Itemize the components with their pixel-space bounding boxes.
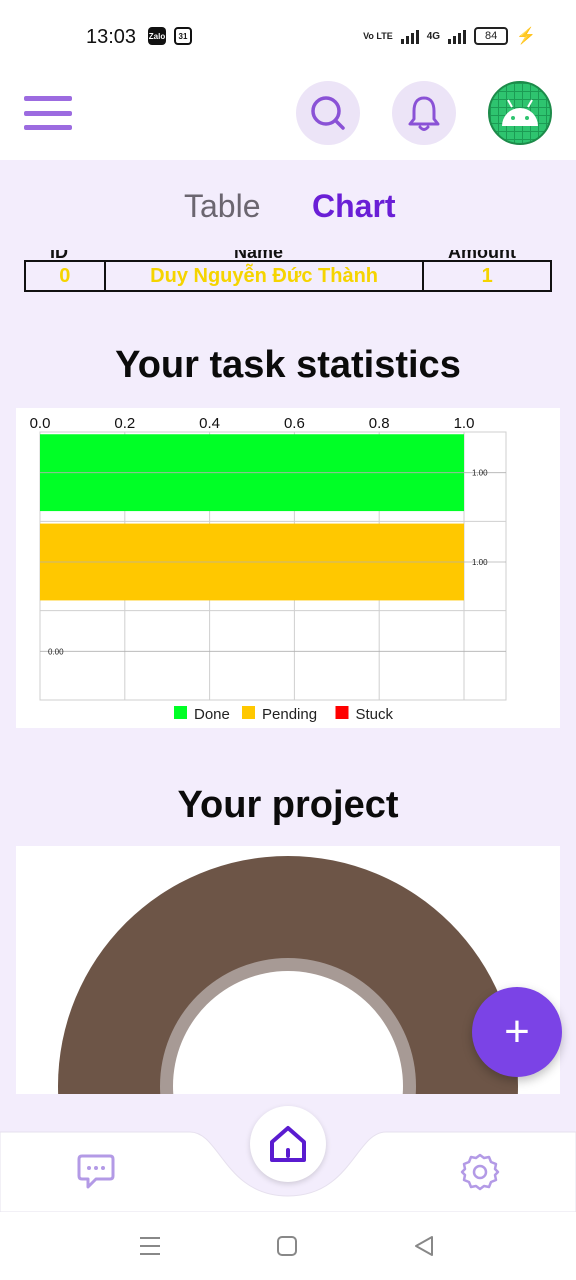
status-system-icons: Vo LTE 4G 84 ⚡ <box>363 26 536 46</box>
hamburger-menu-icon[interactable] <box>24 96 72 130</box>
task-stats-title: Your task statistics <box>115 344 461 386</box>
cell-amount: 1 <box>481 264 493 287</box>
status-notification-icons: Zalo 31 <box>148 27 192 45</box>
home-nav-icon[interactable] <box>275 1234 299 1258</box>
plus-icon: + <box>504 1007 530 1056</box>
recents-icon[interactable] <box>138 1234 162 1258</box>
status-bar: 13:03 Zalo 31 Vo LTE 4G 84 ⚡ <box>0 0 576 76</box>
battery-icon: 84 <box>474 27 509 45</box>
cell-id: 0 <box>26 262 106 290</box>
profile-avatar[interactable] <box>488 81 552 145</box>
legend-swatch <box>242 706 255 719</box>
legend-swatch <box>174 706 187 719</box>
search-icon <box>311 96 345 130</box>
zalo-icon: Zalo <box>148 27 166 45</box>
tab-chart[interactable]: Chart <box>312 188 396 225</box>
bar-chart-svg: 0.0 0.2 0.4 0.6 0.8 1.0 1.00 1.00 0.00 Done Pendin… <box>30 415 507 723</box>
legend-swatch <box>335 706 349 719</box>
x-tick-label: 1.0 <box>454 415 475 432</box>
chat-icon <box>77 1154 115 1189</box>
task-stats-chart: 0.0 0.2 0.4 0.6 0.8 1.0 1.00 1.00 0.00 Done Pendin… <box>16 408 560 728</box>
project-donut-svg <box>58 856 518 1094</box>
view-tabs: Table Chart <box>0 184 576 234</box>
charging-icon: ⚡ <box>516 28 536 45</box>
settings-button[interactable] <box>460 1152 500 1197</box>
legend-label: Pending <box>262 706 317 723</box>
signal-icon <box>400 28 419 44</box>
value-label: 1.00 <box>472 558 488 567</box>
search-button[interactable] <box>296 81 360 145</box>
project-chart <box>16 846 560 1094</box>
bell-icon <box>408 96 440 131</box>
value-label: 1.00 <box>472 469 488 478</box>
system-navigation-bar <box>0 1212 576 1280</box>
notifications-button[interactable] <box>392 81 456 145</box>
x-tick-label: 0.0 <box>30 415 51 432</box>
x-tick-label: 0.4 <box>199 415 220 432</box>
legend-label: Done <box>194 706 230 723</box>
x-tick-label: 0.6 <box>284 415 305 432</box>
chat-button[interactable] <box>76 1152 116 1195</box>
project-title: Your project <box>177 784 399 826</box>
android-avatar-icon <box>502 99 538 126</box>
status-time: 13:03 <box>86 26 137 48</box>
home-icon <box>270 1126 306 1162</box>
add-button[interactable]: + <box>472 987 562 1077</box>
legend-label: Stuck <box>356 706 394 723</box>
tab-table[interactable]: Table <box>184 188 261 225</box>
cell-name: Duy Nguyễn Đức Thành <box>106 262 425 290</box>
value-label: 0.00 <box>48 647 64 656</box>
x-tick-label: 0.2 <box>114 415 135 432</box>
table-row[interactable]: 0 Duy Nguyễn Đức Thành 1 <box>24 260 552 292</box>
network-type-icon: 4G <box>426 30 441 42</box>
home-button[interactable] <box>250 1106 326 1182</box>
data-table: ID Name Amount 0 Duy Nguyễn Đức Thành 1 <box>24 250 552 292</box>
calendar-icon: 31 <box>174 27 192 45</box>
volte-icon: Vo LTE <box>363 31 393 41</box>
back-icon[interactable] <box>412 1234 436 1258</box>
app-bar <box>0 76 576 160</box>
signal-icon-2 <box>448 28 467 44</box>
x-tick-label: 0.8 <box>369 415 390 432</box>
gear-icon <box>460 1153 500 1191</box>
